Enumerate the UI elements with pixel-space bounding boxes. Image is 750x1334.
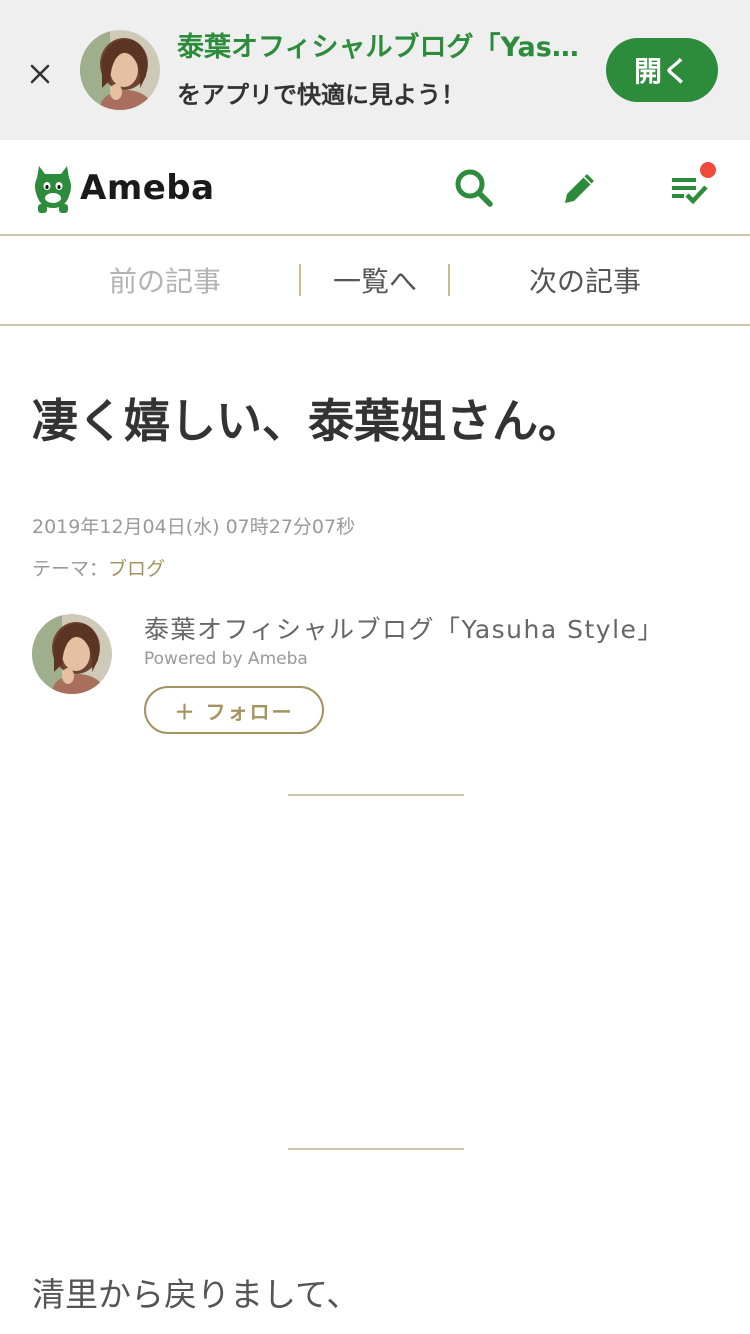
author-avatar[interactable] xyxy=(32,614,112,694)
ad-divider-top xyxy=(288,794,464,796)
site-header: Ameba xyxy=(0,140,750,236)
notification-dot xyxy=(700,162,716,178)
search-icon[interactable] xyxy=(454,168,494,208)
follow-button[interactable]: ＋ フォロー xyxy=(144,686,324,734)
app-install-banner: 泰葉オフィシャルブログ「Yasuha Style」 をアプリで快適に見よう！ 開… xyxy=(0,0,750,140)
article-date: 2019年12月04日(水) 07時27分07秒 xyxy=(32,516,356,538)
blog-avatar xyxy=(80,30,160,110)
article-title: 凄く嬉しい、泰葉姐さん。 xyxy=(32,394,584,448)
theme-row: テーマ：ブログ xyxy=(32,554,165,581)
article-body-text: 清里から戻りまして、 xyxy=(32,1275,360,1314)
ameba-mascot-icon xyxy=(35,166,71,213)
ameba-wordmark: Ameba xyxy=(80,168,215,208)
reading-list-icon[interactable] xyxy=(670,162,716,208)
ameba-logo[interactable]: Ameba xyxy=(32,162,215,214)
close-icon[interactable] xyxy=(22,56,58,92)
pencil-icon[interactable] xyxy=(560,168,600,208)
prev-article-link: 前の記事 xyxy=(108,265,221,298)
powered-by-label: Powered by Ameba xyxy=(144,649,308,669)
ad-divider-bottom xyxy=(288,1148,464,1150)
article-list-link[interactable]: 一覧へ xyxy=(302,236,448,324)
theme-link[interactable]: ブログ xyxy=(108,558,165,580)
article-pager: 前の記事 一覧へ 次の記事 xyxy=(0,236,750,326)
pager-divider xyxy=(299,264,301,296)
banner-subtitle: をアプリで快適に見よう！ xyxy=(177,81,465,109)
open-app-button[interactable]: 開く xyxy=(606,38,718,102)
theme-prefix: テーマ： xyxy=(32,558,109,580)
author-blog-name[interactable]: 泰葉オフィシャルブログ「Yasuha Style」 xyxy=(144,610,664,646)
next-article-link[interactable]: 次の記事 xyxy=(450,236,720,324)
banner-blog-title: 泰葉オフィシャルブログ「Yasuha Style」 xyxy=(177,32,592,63)
